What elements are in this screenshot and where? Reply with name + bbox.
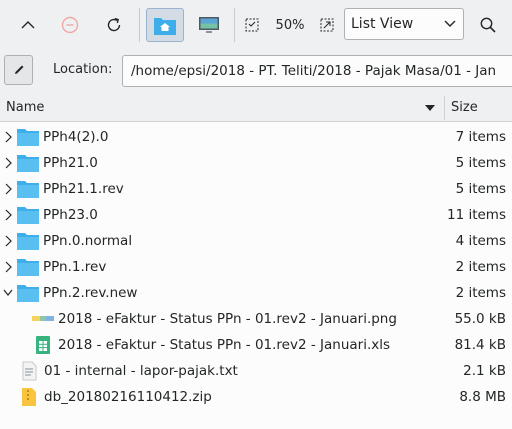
collapsed-chevron-icon[interactable] [2, 259, 14, 275]
item-size: 11 items [446, 207, 506, 223]
folder-row[interactable]: PPh21.0 5 items [0, 150, 512, 176]
zoom-label: 50% [275, 17, 305, 33]
zoom-in-button[interactable] [316, 8, 338, 42]
folder-icon [16, 205, 40, 229]
folder-row[interactable]: PPh4(2).0 7 items [0, 124, 512, 150]
spreadsheet-file-icon [31, 335, 55, 359]
stop-icon [61, 16, 79, 34]
item-size: 8.8 MB [459, 389, 506, 405]
collapsed-chevron-icon[interactable] [2, 181, 14, 197]
folder-row[interactable]: PPn.0.normal 4 items [0, 228, 512, 254]
search-button[interactable] [474, 8, 502, 42]
item-size: 5 items [455, 155, 506, 171]
file-row[interactable]: 2018 - eFaktur - Status PPn - 01.rev2 - … [0, 306, 512, 332]
view-mode-select[interactable]: List View [344, 8, 464, 40]
stop-button[interactable] [54, 8, 86, 42]
column-header: Name Size [0, 94, 512, 122]
folder-row[interactable]: PPh21.1.rev 5 items [0, 176, 512, 202]
collapsed-chevron-icon[interactable] [2, 233, 14, 249]
item-name: PPn.1.rev [43, 259, 107, 275]
zoom-level: 50% [268, 8, 312, 42]
file-row[interactable]: 2018 - eFaktur - Status PPn - 01.rev2 - … [0, 332, 512, 358]
collapsed-chevron-icon[interactable] [2, 129, 14, 145]
item-size: 81.4 kB [454, 337, 506, 353]
folder-icon [16, 179, 40, 203]
up-button[interactable] [12, 8, 44, 42]
text-file-icon [17, 361, 41, 385]
size-column-header[interactable]: Size [451, 100, 478, 115]
folder-icon [16, 127, 40, 151]
file-row[interactable]: db_20180216110412.zip 8.8 MB [0, 384, 512, 410]
name-column-header[interactable]: Name [6, 100, 44, 115]
zoom-out-button[interactable] [241, 8, 263, 42]
home-button[interactable] [146, 8, 184, 42]
item-size: 55.0 kB [454, 311, 506, 327]
sort-descending-icon[interactable] [424, 103, 436, 113]
reload-button[interactable] [98, 8, 130, 42]
desktop-icon [199, 17, 219, 33]
folder-icon [16, 283, 40, 307]
file-row[interactable]: 01 - internal - lapor-pajak.txt 2.1 kB [0, 358, 512, 384]
folder-icon [16, 153, 40, 177]
folder-icon [16, 257, 40, 281]
item-name: PPh21.1.rev [43, 181, 124, 197]
reload-icon [107, 17, 121, 32]
expanded-chevron-icon[interactable] [2, 285, 14, 301]
item-size: 2 items [455, 285, 506, 301]
column-divider[interactable] [444, 96, 445, 120]
folder-row[interactable]: PPn.1.rev 2 items [0, 254, 512, 280]
item-size: 2.1 kB [463, 363, 506, 379]
desktop-button[interactable] [192, 8, 226, 42]
up-arrow-icon [21, 21, 35, 29]
item-name: PPh23.0 [43, 207, 98, 223]
item-size: 4 items [455, 233, 506, 249]
file-view: Name Size PPh4(2).0 7 items PPh21.0 5 items… [0, 94, 512, 429]
image-file-icon [31, 309, 55, 333]
folder-row[interactable]: PPn.2.rev.new 2 items [0, 280, 512, 306]
toolbar-separator [234, 8, 235, 42]
item-size: 2 items [455, 259, 506, 275]
collapsed-chevron-icon[interactable] [2, 155, 14, 171]
edit-location-button[interactable] [4, 55, 33, 85]
item-name: 2018 - eFaktur - Status PPn - 01.rev2 - … [58, 337, 391, 353]
folder-icon [16, 231, 40, 255]
zoom-out-icon [245, 18, 259, 32]
location-label: Location: [53, 62, 113, 77]
zoom-in-icon [320, 18, 334, 32]
pencil-icon [14, 65, 23, 74]
view-mode-label: List View [351, 16, 414, 32]
folder-row[interactable]: PPh23.0 11 items [0, 202, 512, 228]
item-size: 5 items [455, 181, 506, 197]
item-name: 01 - internal - lapor-pajak.txt [44, 363, 238, 379]
item-name: PPh4(2).0 [43, 129, 109, 145]
item-size: 7 items [455, 129, 506, 145]
collapsed-chevron-icon[interactable] [2, 207, 14, 223]
item-name: PPn.2.rev.new [43, 285, 138, 301]
location-path-field[interactable]: /home/epsi/2018 - PT. Teliti/2018 - Paja… [122, 55, 512, 87]
item-name: db_20180216110412.zip [44, 389, 212, 405]
toolbar: 50% List View [0, 0, 512, 50]
toolbar-separator [139, 8, 140, 42]
home-folder-icon [154, 18, 176, 35]
item-name: PPh21.0 [43, 155, 98, 171]
archive-file-icon [17, 387, 41, 411]
search-icon [480, 17, 496, 33]
chevron-down-icon [444, 20, 456, 27]
item-name: PPn.0.normal [43, 233, 133, 249]
item-name: 2018 - eFaktur - Status PPn - 01.rev2 - … [58, 311, 397, 327]
